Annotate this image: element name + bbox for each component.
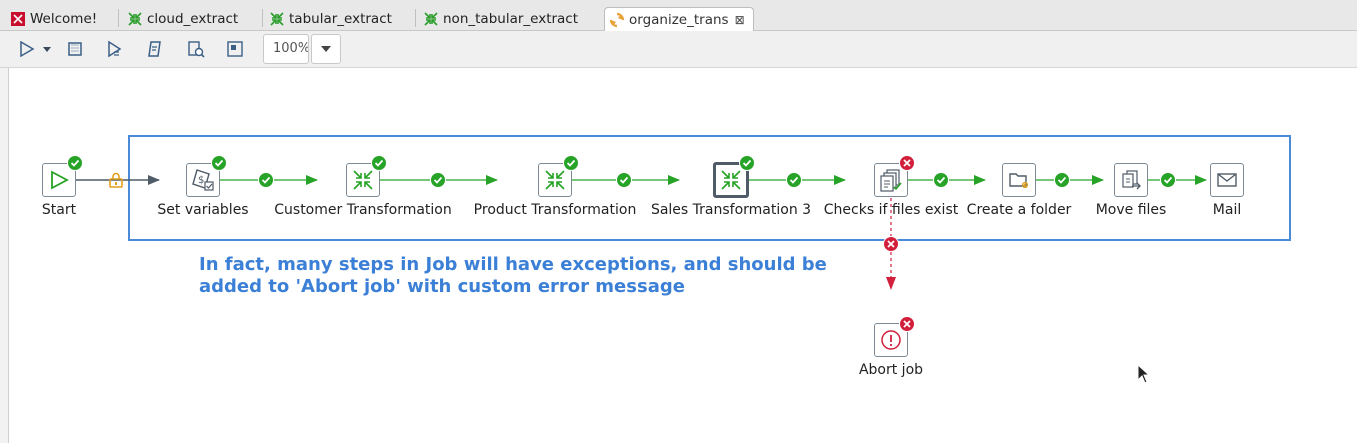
entry-success-icon — [67, 155, 83, 171]
hop-success-icon — [1160, 172, 1176, 188]
job-hops — [76, 175, 1207, 290]
set-variables-icon: $ — [192, 169, 214, 191]
job-entry-move-files[interactable] — [1114, 163, 1148, 197]
entry-label: Move files — [1095, 202, 1167, 218]
entry-label: Sales Transformation 3 — [650, 202, 812, 218]
entry-label: Start — [41, 202, 77, 218]
canvas-note[interactable]: In fact, many steps in Job will have exc… — [199, 254, 839, 298]
entry-label: Product Transformation — [473, 202, 637, 218]
start-icon — [51, 170, 69, 190]
transformation-icon — [353, 170, 373, 190]
mouse-cursor-icon — [1137, 363, 1151, 388]
hop-success-icon — [430, 172, 446, 188]
hop-success-icon — [616, 172, 632, 188]
hop-error-arrow — [886, 277, 896, 290]
entry-success-icon — [211, 155, 227, 171]
hop-success-icon — [258, 172, 274, 188]
abort-icon — [881, 330, 901, 350]
job-entry-create-a-folder[interactable] — [1002, 163, 1036, 197]
transformation-icon — [545, 170, 565, 190]
entry-success-icon — [739, 155, 755, 171]
hop-error-icon — [883, 236, 899, 252]
hop-success-icon — [786, 172, 802, 188]
entry-error-icon — [899, 155, 915, 171]
transformation-icon — [721, 170, 741, 190]
svg-text:$: $ — [198, 175, 204, 186]
create-folder-icon — [1009, 173, 1029, 189]
entry-success-icon — [371, 155, 387, 171]
entry-success-icon — [563, 155, 579, 171]
entry-label: Customer Transformation — [274, 202, 452, 218]
files-exist-icon — [880, 169, 902, 192]
lock-icon — [108, 172, 124, 188]
entry-error-icon — [899, 316, 915, 332]
entry-label: Set variables — [157, 202, 249, 218]
entry-label: Abort job — [858, 362, 924, 378]
move-files-icon — [1122, 170, 1141, 190]
job-entry-mail[interactable] — [1210, 163, 1244, 197]
mail-icon — [1217, 173, 1237, 187]
entry-label: Create a folder — [966, 202, 1072, 218]
entry-label: Checks if files exist — [823, 202, 959, 218]
hop-success-icon — [1054, 172, 1070, 188]
hop-success-icon — [933, 172, 949, 188]
entry-label: Mail — [1212, 202, 1242, 218]
